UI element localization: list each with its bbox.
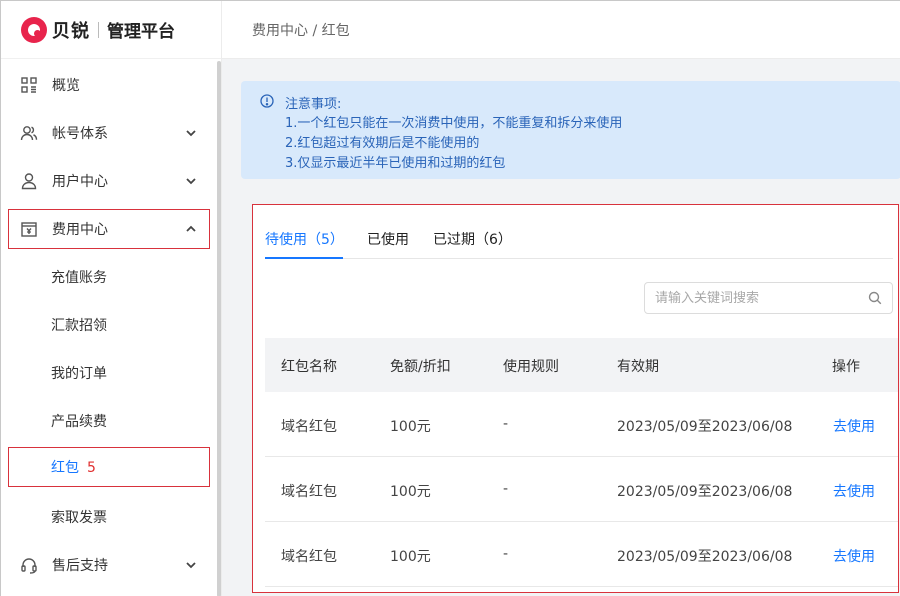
- cell-name: 域名红包: [281, 419, 337, 435]
- use-link[interactable]: 去使用: [833, 481, 875, 501]
- users-icon: [20, 124, 38, 142]
- sidebar-subitem-label: 产品续费: [51, 414, 107, 430]
- tab-used[interactable]: 已使用: [367, 229, 409, 249]
- sidebar-subitem-label: 索取发票: [51, 510, 107, 526]
- tab-expired[interactable]: 已过期（6）: [433, 229, 512, 249]
- notice-line: 2.红包超过有效期后是不能使用的: [285, 136, 480, 151]
- table-row: 域名红包 100元 - 2023/05/09至2023/06/08 去使用: [265, 522, 898, 587]
- column-header: 使用规则: [503, 359, 559, 375]
- chevron-down-icon: [185, 560, 197, 570]
- column-header: 操作: [832, 359, 860, 375]
- cell-name: 域名红包: [281, 549, 337, 565]
- table-row: 域名红包 100元 - 2023/05/09至2023/06/08 去使用: [265, 392, 898, 457]
- sidebar: 贝锐 管理平台 概览 帐号体系 用户中心 费用中心 充值账务 汇款招领 我的订单…: [1, 1, 222, 596]
- sidebar-subitem-remittance[interactable]: 汇款招领: [1, 301, 217, 349]
- sidebar-scrollbar[interactable]: [217, 61, 221, 596]
- sidebar-item-user-center[interactable]: 用户中心: [1, 157, 217, 205]
- notice-title: 注意事项:: [285, 97, 342, 112]
- notice-line: 1.一个红包只能在一次消费中使用，不能重复和拆分来使用: [285, 116, 623, 131]
- cell-rule: -: [503, 416, 509, 432]
- header: 费用中心 / 红包: [222, 1, 900, 59]
- search-box: [644, 282, 893, 314]
- cell-amount: 100元: [390, 549, 431, 565]
- sidebar-subitem-label: 汇款招领: [51, 318, 107, 334]
- info-icon: [260, 94, 274, 108]
- column-header: 免额/折扣: [390, 359, 451, 375]
- cell-amount: 100元: [390, 419, 431, 435]
- brand-divider: [98, 21, 99, 38]
- red-packet-panel: 待使用（5） 已使用 已过期（6） 红包名称 免额/折扣 使用规则 有效期 操作…: [252, 204, 899, 593]
- sidebar-item-label: 售后支持: [52, 558, 108, 574]
- chevron-up-icon: [185, 224, 197, 234]
- cell-rule: -: [503, 481, 509, 497]
- sidebar-subitem-red-packet[interactable]: 红包 5: [8, 447, 210, 487]
- use-link[interactable]: 去使用: [833, 416, 875, 436]
- table-header: 红包名称 免额/折扣 使用规则 有效期 操作: [265, 338, 898, 392]
- brand-name: 贝锐: [52, 20, 90, 42]
- cell-validity: 2023/05/09至2023/06/08: [617, 419, 793, 435]
- notice-banner: 注意事项: 1.一个红包只能在一次消费中使用，不能重复和拆分来使用 2.红包超过…: [241, 81, 900, 179]
- cell-name: 域名红包: [281, 484, 337, 500]
- sidebar-subitem-invoice[interactable]: 索取发票: [1, 493, 217, 541]
- tab-bar: 待使用（5） 已使用 已过期（6）: [265, 229, 893, 259]
- brand-logo[interactable]: 贝锐 管理平台: [1, 1, 221, 59]
- use-link[interactable]: 去使用: [833, 546, 875, 566]
- grid-icon: [20, 76, 38, 94]
- headset-icon: [20, 556, 38, 574]
- cell-validity: 2023/05/09至2023/06/08: [617, 549, 793, 565]
- red-packet-count-badge: 5: [87, 460, 96, 476]
- tab-pending[interactable]: 待使用（5）: [265, 229, 344, 249]
- chevron-down-icon: [185, 176, 197, 186]
- search-icon[interactable]: [868, 291, 882, 305]
- sidebar-subitem-label: 我的订单: [51, 366, 107, 382]
- sidebar-item-billing[interactable]: 费用中心: [8, 209, 210, 249]
- cell-validity: 2023/05/09至2023/06/08: [617, 484, 793, 500]
- cell-amount: 100元: [390, 484, 431, 500]
- sidebar-item-accounts[interactable]: 帐号体系: [1, 109, 217, 157]
- brand-subtitle: 管理平台: [107, 22, 175, 42]
- sidebar-item-label: 概览: [52, 78, 80, 94]
- sidebar-subitem-recharge[interactable]: 充值账务: [1, 253, 217, 301]
- column-header: 红包名称: [281, 359, 337, 375]
- sidebar-subitem-active: 红包 5: [51, 457, 96, 477]
- sidebar-item-label: 费用中心: [52, 222, 108, 238]
- sidebar-item-label: 帐号体系: [52, 126, 108, 142]
- sidebar-item-support[interactable]: 售后支持: [1, 541, 217, 589]
- brand-logo-icon: [21, 16, 47, 43]
- notice-line: 3.仅显示最近半年已使用和过期的红包: [285, 156, 506, 171]
- sidebar-subitem-orders[interactable]: 我的订单: [1, 349, 217, 397]
- sidebar-item-label: 用户中心: [52, 174, 108, 190]
- billing-icon: [20, 220, 38, 238]
- active-tab-indicator: [265, 257, 343, 259]
- search-input[interactable]: [655, 289, 855, 307]
- sidebar-subitem-label: 充值账务: [51, 270, 107, 286]
- table-row: 域名红包 100元 - 2023/05/09至2023/06/08 去使用: [265, 457, 898, 522]
- sidebar-subitem-label: 红包: [51, 460, 79, 476]
- sidebar-item-overview[interactable]: 概览: [1, 61, 217, 109]
- chevron-down-icon: [185, 128, 197, 138]
- user-icon: [20, 172, 38, 190]
- sidebar-subitem-renewal[interactable]: 产品续费: [1, 397, 217, 445]
- cell-rule: -: [503, 546, 509, 562]
- column-header: 有效期: [617, 359, 659, 375]
- breadcrumb: 费用中心 / 红包: [252, 23, 350, 39]
